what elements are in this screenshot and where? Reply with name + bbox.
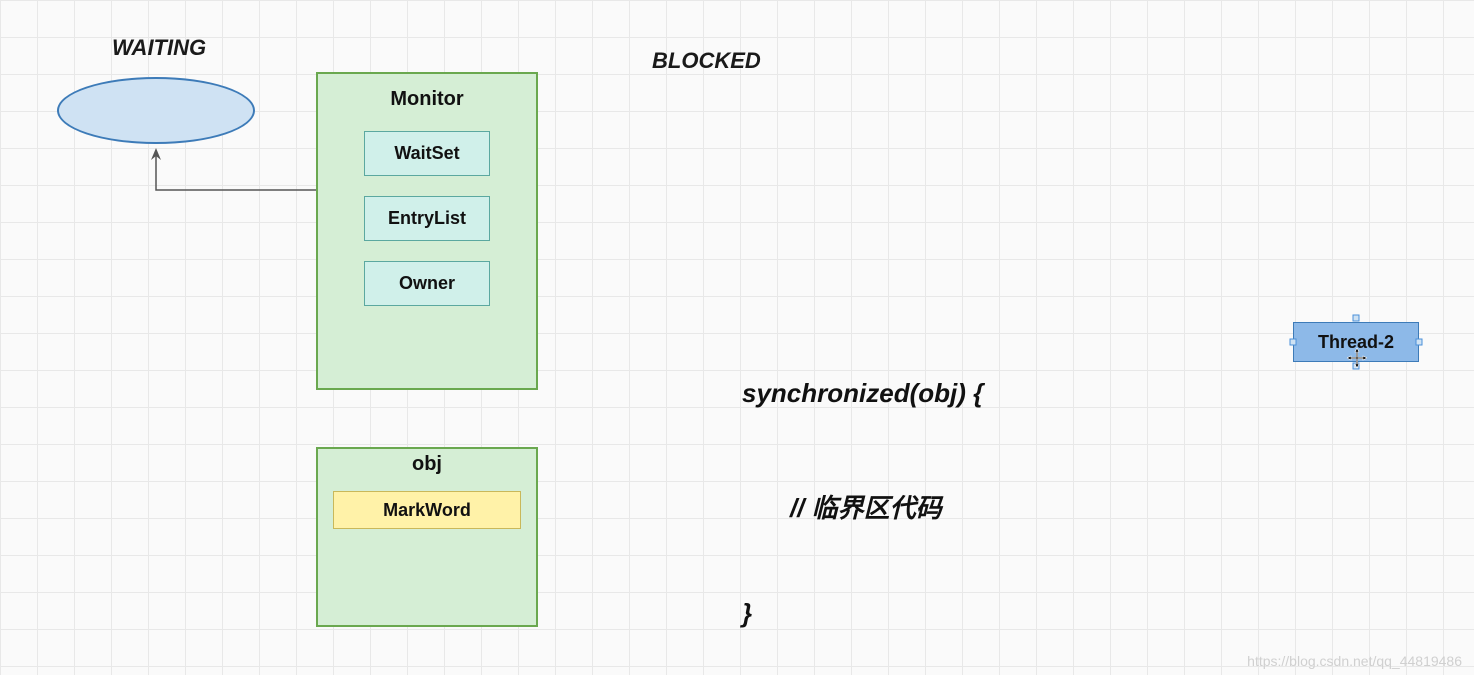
obj-markword[interactable]: MarkWord (333, 491, 521, 529)
selection-handle[interactable] (1416, 339, 1423, 346)
blocked-label: BLOCKED (652, 48, 761, 74)
monitor-waitset[interactable]: WaitSet (364, 131, 490, 176)
monitor-owner[interactable]: Owner (364, 261, 490, 306)
code-critical-section: // 临界区代码 (790, 488, 942, 525)
thread-2-box[interactable]: Thread-2 (1293, 322, 1419, 362)
obj-box[interactable]: obj MarkWord (316, 447, 538, 627)
obj-title: obj (318, 453, 536, 476)
waiting-label: WAITING (112, 35, 206, 61)
monitor-box[interactable]: Monitor WaitSet EntryList Owner (316, 72, 538, 390)
selection-handle[interactable] (1353, 363, 1360, 370)
code-sync-close: } (742, 598, 752, 629)
selection-handle[interactable] (1290, 339, 1297, 346)
monitor-entrylist[interactable]: EntryList (364, 196, 490, 241)
watermark-text: https://blog.csdn.net/qq_44819486 (1247, 653, 1462, 669)
monitor-title: Monitor (318, 88, 536, 111)
waiting-ellipse[interactable] (57, 77, 255, 144)
selection-handle[interactable] (1353, 315, 1360, 322)
code-sync-open: synchronized(obj) { (742, 378, 983, 409)
